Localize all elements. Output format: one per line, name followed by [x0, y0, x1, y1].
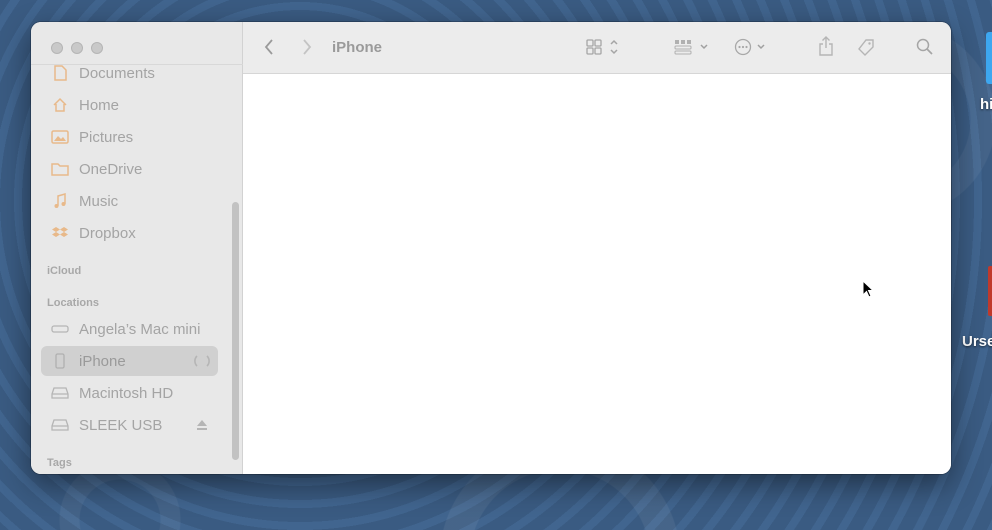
- sidebar-item-label: iPhone: [79, 352, 126, 370]
- toolbar: iPhone: [243, 22, 951, 74]
- folder-icon: [51, 161, 69, 177]
- sidebar-item-home[interactable]: Home: [41, 90, 218, 120]
- share-button[interactable]: [818, 36, 834, 56]
- desktop-file-icon-2[interactable]: [988, 266, 992, 316]
- eject-icon[interactable]: [196, 419, 208, 431]
- mouse-cursor-icon: [862, 280, 875, 298]
- view-mode-button[interactable]: [586, 38, 620, 56]
- drive-icon: [51, 385, 69, 401]
- document-icon: [51, 65, 69, 81]
- section-header-locations[interactable]: Locations: [47, 297, 99, 309]
- sidebar-item-label: Macintosh HD: [79, 384, 174, 402]
- sidebar-item-macintosh-hd[interactable]: Macintosh HD: [41, 378, 218, 408]
- sidebar-item-label: Dropbox: [79, 224, 136, 242]
- sidebar-item-label: SLEEK USB: [79, 416, 163, 434]
- sidebar-item-label: Angela’s Mac mini: [79, 320, 201, 338]
- window-controls: [51, 42, 103, 54]
- drive-icon: [51, 417, 69, 433]
- close-button[interactable]: [51, 42, 63, 54]
- tag-button[interactable]: [856, 38, 876, 58]
- sidebar-item-label: Home: [79, 96, 120, 114]
- search-icon: [916, 38, 933, 55]
- music-icon: [51, 193, 69, 209]
- sidebar-item-iphone[interactable]: iPhone: [41, 346, 218, 376]
- sidebar-item-label: Pictures: [79, 128, 134, 146]
- section-header-tags[interactable]: Tags: [47, 457, 72, 469]
- sidebar: Documents Home Pictures OneDrive Music D…: [31, 22, 243, 474]
- section-header-icloud[interactable]: iCloud: [47, 265, 81, 277]
- mac-mini-icon: [51, 321, 69, 337]
- group-button[interactable]: [674, 38, 712, 56]
- minimize-button[interactable]: [71, 42, 83, 54]
- group-icon: [674, 40, 708, 55]
- desktop-file-icon[interactable]: [986, 32, 992, 84]
- action-button[interactable]: [734, 38, 770, 56]
- sidebar-item-dropbox[interactable]: Dropbox: [41, 218, 218, 248]
- file-list-area[interactable]: [243, 74, 951, 474]
- sidebar-item-music[interactable]: Music: [41, 186, 218, 216]
- chevron-right-icon: [303, 39, 312, 55]
- forward-button[interactable]: [301, 38, 313, 56]
- sidebar-item-sleek-usb[interactable]: SLEEK USB: [41, 410, 218, 440]
- sync-spinner-icon: [194, 355, 210, 367]
- sidebar-item-label: Music: [79, 192, 119, 210]
- desktop-file-label[interactable]: hi: [980, 96, 992, 113]
- dropbox-icon: [51, 225, 69, 241]
- sidebar-item-pictures[interactable]: Pictures: [41, 122, 218, 152]
- share-icon: [819, 36, 833, 56]
- pictures-icon: [51, 129, 69, 145]
- home-icon: [51, 97, 69, 113]
- sidebar-item-label: Documents: [79, 64, 155, 82]
- finder-window: Documents Home Pictures OneDrive Music D…: [31, 22, 951, 474]
- chevron-left-icon: [264, 39, 273, 55]
- ellipsis-circle-icon: [734, 38, 765, 56]
- sidebar-item-onedrive[interactable]: OneDrive: [41, 154, 218, 184]
- search-button[interactable]: [916, 38, 934, 56]
- back-button[interactable]: [263, 38, 275, 56]
- sidebar-item-label: OneDrive: [79, 160, 143, 178]
- sidebar-scrollbar[interactable]: [232, 202, 239, 460]
- sidebar-item-mac-mini[interactable]: Angela’s Mac mini: [41, 314, 218, 344]
- sidebar-item-documents[interactable]: Documents: [41, 64, 218, 88]
- iphone-icon: [51, 353, 69, 369]
- sidebar-list: Documents Home Pictures OneDrive Music D…: [31, 64, 243, 474]
- icon-view-icon: [586, 39, 618, 55]
- window-title: iPhone: [332, 39, 383, 56]
- zoom-button[interactable]: [91, 42, 103, 54]
- tag-icon: [858, 39, 874, 56]
- desktop-file-label-2[interactable]: Urse: [962, 333, 992, 350]
